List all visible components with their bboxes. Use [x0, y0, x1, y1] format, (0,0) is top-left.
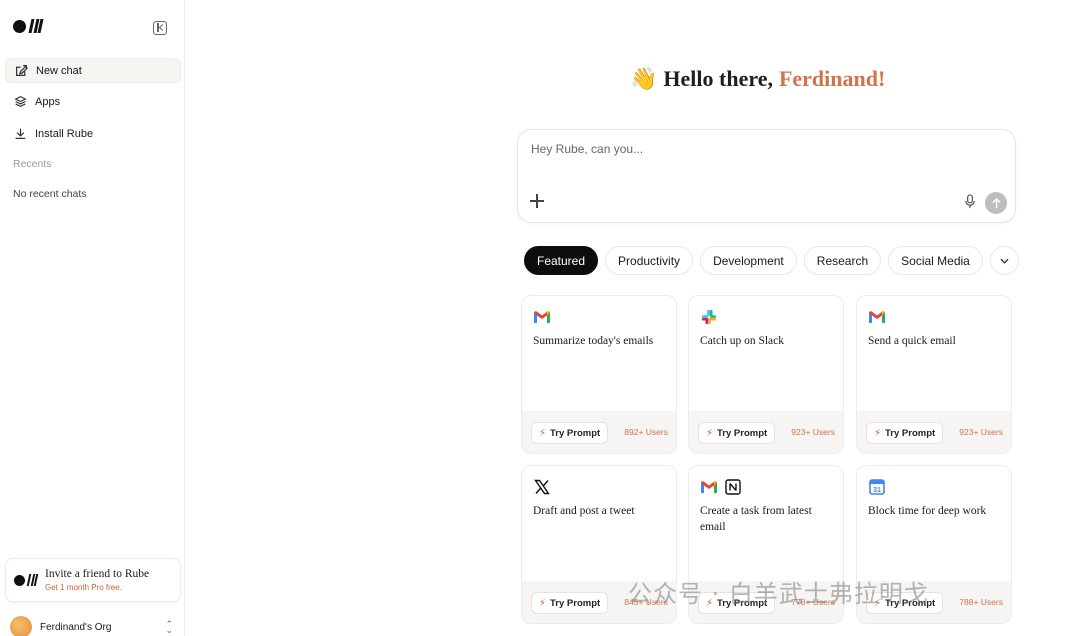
install-rube-nav-item[interactable]: Install Rube [5, 121, 181, 146]
slack-icon [701, 309, 717, 325]
user-count: 923+ Users [959, 427, 1003, 437]
tab-featured[interactable]: Featured [524, 246, 599, 275]
svg-text:31: 31 [873, 487, 881, 494]
tab-development[interactable]: Development [700, 246, 797, 275]
try-prompt-label: Try Prompt [717, 427, 768, 439]
try-prompt-label: Try Prompt [550, 427, 601, 439]
layers-icon [13, 95, 27, 109]
card-title: Block time for deep work [868, 505, 987, 517]
lightning-icon: ⚡ [539, 597, 547, 609]
arrow-up-icon [991, 197, 1001, 208]
try-prompt-label: Try Prompt [550, 597, 601, 609]
rube-logo-icon [14, 574, 39, 586]
card-title: Draft and post a tweet [533, 505, 635, 517]
gmail-icon [534, 311, 550, 323]
card-title: Create a task from latest email [700, 505, 812, 533]
download-icon [13, 127, 27, 141]
try-prompt-button[interactable]: ⚡ Try Prompt [866, 422, 944, 444]
card-title: Summarize today's emails [533, 335, 654, 347]
rube-logo[interactable] [13, 19, 43, 33]
card-title: Send a quick email [868, 335, 956, 347]
try-prompt-button[interactable]: ⚡ Try Prompt [698, 422, 776, 444]
prompt-card[interactable]: Summarize today's emails ⚡ Try Prompt 892… [521, 295, 677, 454]
new-chat-button[interactable]: New chat [5, 58, 181, 83]
try-prompt-button[interactable]: ⚡ Try Prompt [531, 592, 609, 614]
invite-subtitle: Get 1 month Pro free. [45, 583, 122, 592]
add-attachment-icon[interactable] [530, 194, 544, 208]
nav-label: Apps [35, 95, 61, 108]
tab-social-media[interactable]: Social Media [888, 246, 983, 275]
user-count: 923+ Users [791, 427, 835, 437]
card-title: Catch up on Slack [700, 335, 784, 347]
org-switcher[interactable]: Ferdinand's Org ⌃ ⌄ [5, 616, 181, 636]
try-prompt-button[interactable]: ⚡ Try Prompt [531, 422, 609, 444]
invite-title: Invite a friend to Rube [45, 568, 150, 580]
chevron-up-down-icon: ⌃ ⌄ [165, 619, 173, 635]
recents-heading: Recents [13, 158, 52, 170]
tab-research[interactable]: Research [803, 246, 882, 275]
chevron-down-icon [1000, 258, 1009, 264]
google-calendar-icon: 31 [869, 479, 885, 495]
notion-icon [725, 479, 741, 495]
prompt-composer [517, 129, 1016, 223]
more-tabs-button[interactable] [989, 246, 1019, 275]
no-recent-chats-text: No recent chats [13, 188, 87, 200]
x-icon [534, 479, 550, 495]
greeting-name: Ferdinand! [778, 66, 886, 91]
lightning-icon: ⚡ [539, 427, 547, 439]
invite-friend-card[interactable]: Invite a friend to Rube Get 1 month Pro … [5, 558, 181, 602]
tab-productivity[interactable]: Productivity [605, 246, 694, 275]
prompt-card[interactable]: Catch up on Slack ⚡ Try Prompt 923+ Users [688, 295, 844, 454]
prompt-card[interactable]: Send a quick email ⚡ Try Prompt 923+ User… [856, 295, 1012, 454]
gmail-icon [701, 481, 717, 493]
greeting-text: Hello there, [663, 66, 773, 91]
nav-label: Install Rube [35, 127, 94, 140]
lightning-icon: ⚡ [706, 427, 714, 439]
waving-hand-icon: 👋 [630, 66, 658, 91]
sidebar: New chat Apps Install Rube Recents No re… [0, 0, 185, 636]
org-name: Ferdinand's Org [40, 621, 112, 633]
user-count: 892+ Users [624, 427, 668, 437]
user-count: 788+ Users [959, 597, 1003, 607]
microphone-icon[interactable] [964, 194, 976, 209]
sidebar-collapse-icon[interactable] [153, 21, 167, 35]
avatar [10, 616, 32, 636]
nav-label: New chat [36, 64, 82, 77]
prompt-input[interactable] [531, 142, 991, 156]
apps-nav-item[interactable]: Apps [5, 89, 181, 114]
category-tabs: Featured Productivity Development Resear… [524, 246, 1019, 275]
send-button[interactable] [985, 192, 1007, 214]
edit-icon [14, 64, 28, 78]
gmail-icon [869, 311, 885, 323]
try-prompt-label: Try Prompt [885, 427, 936, 439]
lightning-icon: ⚡ [874, 427, 882, 439]
greeting-heading: 👋 Hello there, Ferdinand! [630, 66, 885, 92]
watermark-text: 公众号 · 白羊武士弗拉明戈 [628, 580, 929, 608]
